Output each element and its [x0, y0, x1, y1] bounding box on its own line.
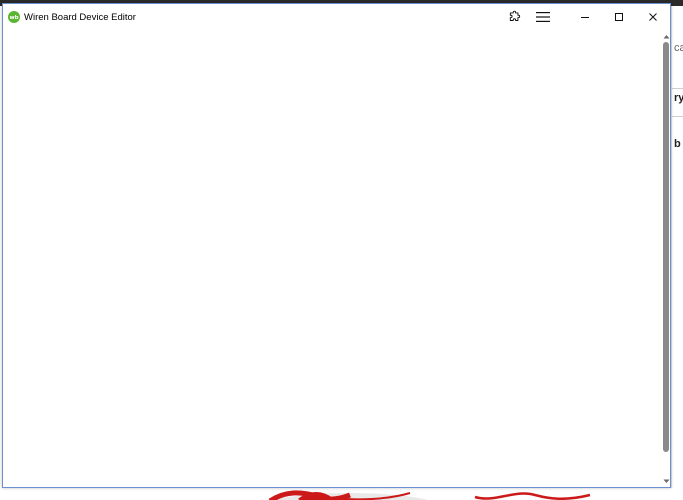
maximize-icon: [615, 13, 623, 21]
extensions-button[interactable]: [502, 4, 528, 30]
app-window: wb Wiren Board Device Editor: [2, 3, 671, 488]
window-title: Wiren Board Device Editor: [24, 11, 136, 23]
maximize-button[interactable]: [602, 4, 636, 30]
hamburger-icon: [536, 12, 550, 22]
scroll-up-icon[interactable]: [662, 32, 670, 40]
menu-button[interactable]: [528, 4, 558, 30]
scrollbar-thumb[interactable]: [663, 42, 669, 452]
svg-text:wb: wb: [9, 15, 18, 21]
close-button[interactable]: [636, 4, 670, 30]
title-bar[interactable]: wb Wiren Board Device Editor: [3, 4, 670, 30]
background-text-fragment: b: [674, 138, 681, 150]
puzzle-icon: [509, 10, 521, 21]
scroll-down-icon[interactable]: [662, 477, 670, 485]
minimize-icon: [581, 17, 589, 18]
content-area: [3, 30, 670, 487]
background-divider: [672, 116, 683, 117]
wirenboard-logo-icon: wb: [8, 11, 20, 23]
background-window-edge: ca ry b: [671, 6, 683, 500]
background-illustration: [0, 488, 683, 500]
vertical-scrollbar[interactable]: [662, 30, 670, 487]
background-divider: [672, 88, 683, 89]
background-text-fragment: ry: [674, 92, 683, 104]
background-text-fragment: ca: [674, 42, 683, 54]
minimize-button[interactable]: [568, 4, 602, 30]
close-icon: [649, 13, 657, 21]
red-cable-illustration: [268, 490, 591, 500]
